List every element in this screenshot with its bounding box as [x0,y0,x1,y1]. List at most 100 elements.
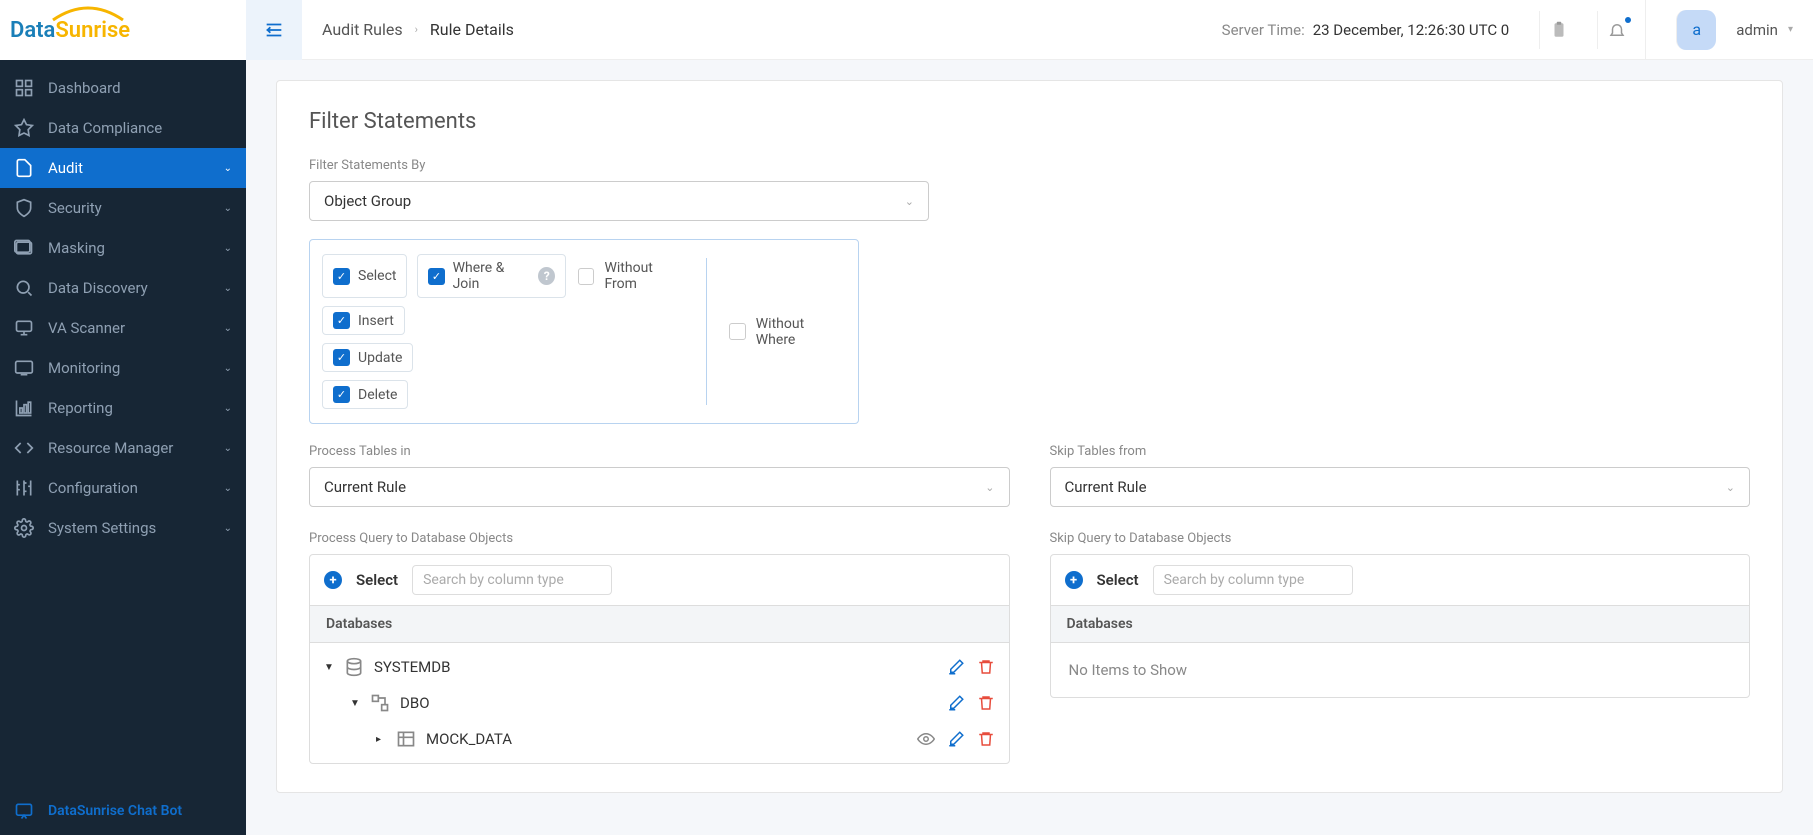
notifications-icon[interactable] [1597,11,1635,49]
nav-label: Data Compliance [48,119,232,137]
toggle-sidebar-button[interactable] [246,0,302,60]
sidebar-item-security[interactable]: Security⌄ [0,188,246,228]
view-icon[interactable] [917,730,935,748]
sidebar-item-monitoring[interactable]: Monitoring⌄ [0,348,246,388]
add-object-button[interactable]: + [1065,571,1083,589]
tree-row[interactable]: ▼DBO [310,685,1009,721]
nav-label: Dashboard [48,79,232,97]
check-without-where[interactable]: Without Where [727,311,846,353]
search-input[interactable] [1153,565,1353,595]
nav-icon [14,238,34,258]
breadcrumb-root[interactable]: Audit Rules [322,20,403,39]
breadcrumb: Audit Rules › Rule Details [322,20,514,39]
filter-by-value: Object Group [324,192,411,210]
checkbox-icon: ✓ [333,386,350,403]
sidebar-item-va-scanner[interactable]: VA Scanner⌄ [0,308,246,348]
chevron-down-icon: ⌄ [905,195,914,208]
nav-icon [14,518,34,538]
skip-query-label: Skip Query to Database Objects [1050,531,1751,546]
delete-icon[interactable] [977,658,995,676]
nav-label: Data Discovery [48,279,224,297]
checkbox-icon: ✓ [333,312,350,329]
nav-icon [14,438,34,458]
check-where-join[interactable]: ✓Where & Join? [417,254,566,298]
add-object-button[interactable]: + [324,571,342,589]
nav-label: Masking [48,239,224,257]
nav-icon [14,158,34,178]
edit-icon[interactable] [947,694,965,712]
nav-label: Security [48,199,224,217]
expand-icon[interactable]: ▸ [376,734,386,745]
sidebar-item-reporting[interactable]: Reporting⌄ [0,388,246,428]
clipboard-icon[interactable] [1539,11,1577,49]
server-time-label: Server Time: [1222,21,1305,39]
db-icon [344,657,364,677]
nav-label: Audit [48,159,224,177]
breadcrumb-current: Rule Details [430,20,514,39]
check-insert[interactable]: ✓Insert [322,306,405,335]
check-without-from[interactable]: Without From [576,254,686,298]
sidebar-item-resource-manager[interactable]: Resource Manager⌄ [0,428,246,468]
edit-icon[interactable] [947,730,965,748]
nav-icon [14,398,34,418]
delete-icon[interactable] [977,730,995,748]
sidebar-item-dashboard[interactable]: Dashboard [0,68,246,108]
check-update[interactable]: ✓Update [322,343,413,372]
filter-by-select[interactable]: Object Group ⌄ [309,181,929,221]
chevron-down-icon: ⌄ [224,403,232,414]
no-items-message: No Items to Show [1051,643,1750,697]
select-button[interactable]: Select [356,571,398,589]
process-tables-label: Process Tables in [309,444,1010,459]
tree-row[interactable]: ▼ SYSTEMDB [310,649,1009,685]
edit-icon[interactable] [947,658,965,676]
chevron-down-icon: ⌄ [224,523,232,534]
process-tables-select[interactable]: Current Rule ⌄ [309,467,1010,507]
chevron-down-icon: ⌄ [224,363,232,374]
expand-icon[interactable]: ▼ [324,662,334,673]
search-input[interactable] [412,565,612,595]
expand-icon[interactable]: ▼ [350,698,360,709]
sidebar-item-masking[interactable]: Masking⌄ [0,228,246,268]
nav-label: Monitoring [48,359,224,377]
sidebar-item-audit[interactable]: Audit⌄ [0,148,246,188]
sidebar-item-system-settings[interactable]: System Settings⌄ [0,508,246,548]
process-query-label: Process Query to Database Objects [309,531,1010,546]
nav-icon [14,278,34,298]
nav-label: Reporting [48,399,224,417]
checkbox-icon [578,268,594,285]
checkbox-icon: ✓ [333,349,350,366]
tree-row[interactable]: ▸MOCK_DATA [310,721,1009,757]
chevron-down-icon: ⌄ [224,443,232,454]
nav-icon [14,478,34,498]
databases-header: Databases [1051,605,1750,643]
chatbot-link[interactable]: DataSunrise Chat Bot [0,787,246,835]
chevron-down-icon: ⌄ [224,323,232,334]
help-icon[interactable]: ? [538,267,555,285]
skip-tables-value: Current Rule [1065,478,1147,496]
chevron-down-icon: ⌄ [224,203,232,214]
sidebar: DataSunrise DashboardData ComplianceAudi… [0,0,246,835]
sidebar-item-data-discovery[interactable]: Data Discovery⌄ [0,268,246,308]
nav-label: VA Scanner [48,319,224,337]
process-tables-value: Current Rule [324,478,406,496]
section-title: Filter Statements [309,109,1750,134]
chat-icon [14,801,34,821]
sidebar-item-configuration[interactable]: Configuration⌄ [0,468,246,508]
check-select[interactable]: ✓Select [322,254,407,298]
nav-icon [14,198,34,218]
skip-tables-select[interactable]: Current Rule ⌄ [1050,467,1751,507]
delete-icon[interactable] [977,694,995,712]
chevron-right-icon: › [415,23,418,36]
databases-header: Databases [310,605,1009,643]
nav-label: System Settings [48,519,224,537]
username: admin [1736,21,1778,39]
sidebar-item-data-compliance[interactable]: Data Compliance [0,108,246,148]
checkbox-icon: ✓ [333,268,350,285]
server-time-value: 23 December, 12:26:30 UTC 0 [1313,21,1510,39]
check-delete[interactable]: ✓Delete [322,380,408,409]
chevron-down-icon: ⌄ [985,481,994,494]
tree-label: SYSTEMDB [374,658,935,676]
chevron-down-icon: ⌄ [224,243,232,254]
select-button[interactable]: Select [1097,571,1139,589]
user-menu[interactable]: a admin ▾ [1645,0,1793,60]
